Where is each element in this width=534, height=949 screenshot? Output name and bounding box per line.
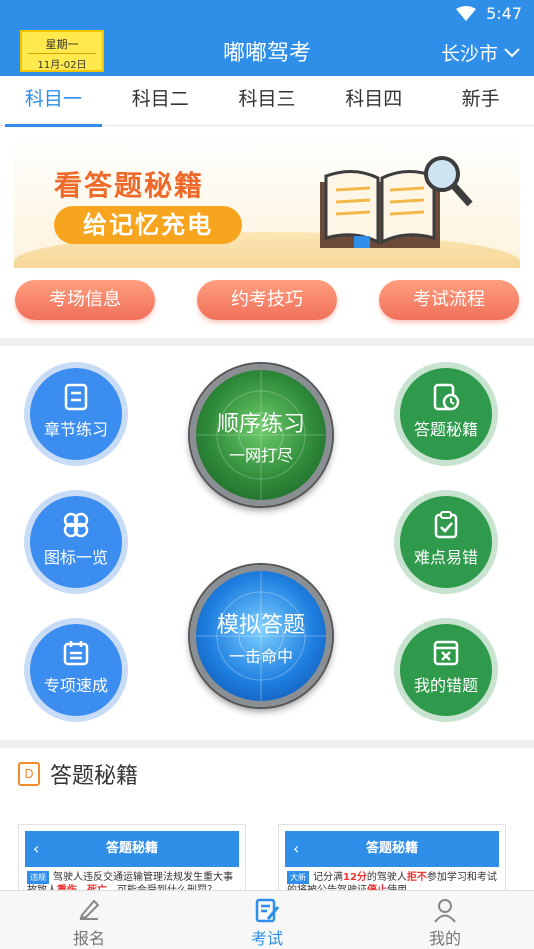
card-header-title: 答题秘籍 [365, 841, 418, 856]
mock-exam-title: 模拟答题 [216, 613, 305, 638]
document-clock-icon [433, 383, 460, 411]
card-header-title: 答题秘籍 [105, 841, 158, 856]
answer-tips-label: 答题秘籍 [413, 420, 478, 439]
city-selector[interactable]: 长沙市 [441, 39, 520, 66]
chapter-practice-button[interactable]: 章节练习 [30, 368, 122, 460]
nav-profile-label: 我的 [428, 929, 461, 948]
section-divider [0, 740, 534, 748]
banner-subtitle: 给记忆充电 [54, 206, 242, 244]
chevron-down-icon [504, 47, 520, 57]
bottom-nav: 报名 考试 我的 [0, 890, 534, 949]
document-icon [64, 383, 88, 411]
city-label: 长沙市 [440, 43, 498, 65]
sequential-practice-button[interactable]: 顺序练习 一网打尽 [190, 364, 332, 506]
card-highlight: 拒不 [406, 872, 427, 883]
hard-points-button[interactable]: 难点易错 [400, 496, 492, 588]
nav-exam[interactable]: 考试 [178, 891, 356, 949]
tips-section-header: D 答题秘籍 [18, 758, 138, 790]
nav-profile[interactable]: 我的 [356, 891, 534, 949]
back-chevron-icon: ‹ [33, 839, 40, 858]
special-drill-label: 专项速成 [43, 676, 108, 695]
section-divider [0, 338, 534, 346]
top-header: 5:47 星期一 11月-02日 嘟嘟驾考 长沙市 [0, 0, 534, 76]
tab-subject-3[interactable]: 科目三 [214, 76, 321, 125]
promo-banner[interactable]: 看答题秘籍 给记忆充电 [14, 134, 520, 268]
exam-venue-info-button[interactable]: 考场信息 [15, 280, 155, 320]
card-tag: 大新 [287, 871, 309, 884]
tab-subject-1[interactable]: 科目一 [0, 76, 107, 127]
status-time: 5:47 [486, 4, 522, 23]
card-header: ‹ 答题秘籍 [25, 831, 239, 867]
sequential-practice-subtitle: 一网打尽 [228, 446, 293, 465]
tab-subject-4[interactable]: 科目四 [320, 76, 427, 125]
banner-title: 看答题秘籍 [54, 169, 205, 202]
my-mistakes-button[interactable]: 我的错题 [400, 624, 492, 716]
calendar-list-icon [63, 641, 89, 666]
tab-beginner[interactable]: 新手 [427, 76, 534, 125]
sequential-practice-title: 顺序练习 [216, 412, 305, 437]
sign-overview-label: 图标一览 [43, 548, 108, 567]
document-x-icon [433, 640, 459, 666]
nav-exam-label: 考试 [250, 929, 283, 948]
nav-signup-label: 报名 [72, 929, 105, 948]
exam-process-button[interactable]: 考试流程 [379, 280, 519, 320]
answer-tips-button[interactable]: 答题秘籍 [400, 368, 492, 460]
subject-tabs: 科目一 科目二 科目三 科目四 新手 [0, 76, 534, 127]
section-book-icon: D [18, 762, 40, 786]
mock-exam-button[interactable]: 模拟答题 一击命中 [190, 565, 332, 707]
chapter-practice-label: 章节练习 [43, 420, 108, 439]
status-bar: 5:47 [456, 4, 522, 23]
special-drill-button[interactable]: 专项速成 [30, 624, 122, 716]
hard-points-label: 难点易错 [413, 548, 478, 567]
wifi-icon [456, 5, 477, 21]
user-icon [434, 899, 456, 923]
mock-exam-subtitle: 一击命中 [228, 647, 293, 666]
section-title: 答题秘籍 [50, 764, 139, 789]
sign-overview-button[interactable]: 图标一览 [30, 496, 122, 588]
card-highlight: 12分 [343, 872, 367, 883]
clover-icon [63, 512, 89, 538]
my-mistakes-label: 我的错题 [413, 676, 478, 695]
pen-paper-icon [79, 899, 100, 920]
tab-subject-2[interactable]: 科目二 [107, 76, 214, 125]
open-book-magnifier-icon [320, 156, 473, 248]
app-screen: 5:47 星期一 11月-02日 嘟嘟驾考 长沙市 科目一 科目二 科目三 科目… [0, 0, 534, 949]
booking-tips-button[interactable]: 约考技巧 [197, 280, 337, 320]
card-tag: 违规 [27, 871, 49, 884]
card-text-part: 的驾驶人 [366, 872, 407, 883]
exam-paper-icon [255, 898, 280, 923]
card-header: ‹ 答题秘籍 [285, 831, 499, 867]
card-text-part: 记分满 [313, 872, 343, 883]
back-chevron-icon: ‹ [293, 839, 300, 858]
nav-signup[interactable]: 报名 [0, 891, 178, 949]
clipboard-check-icon [434, 511, 458, 539]
